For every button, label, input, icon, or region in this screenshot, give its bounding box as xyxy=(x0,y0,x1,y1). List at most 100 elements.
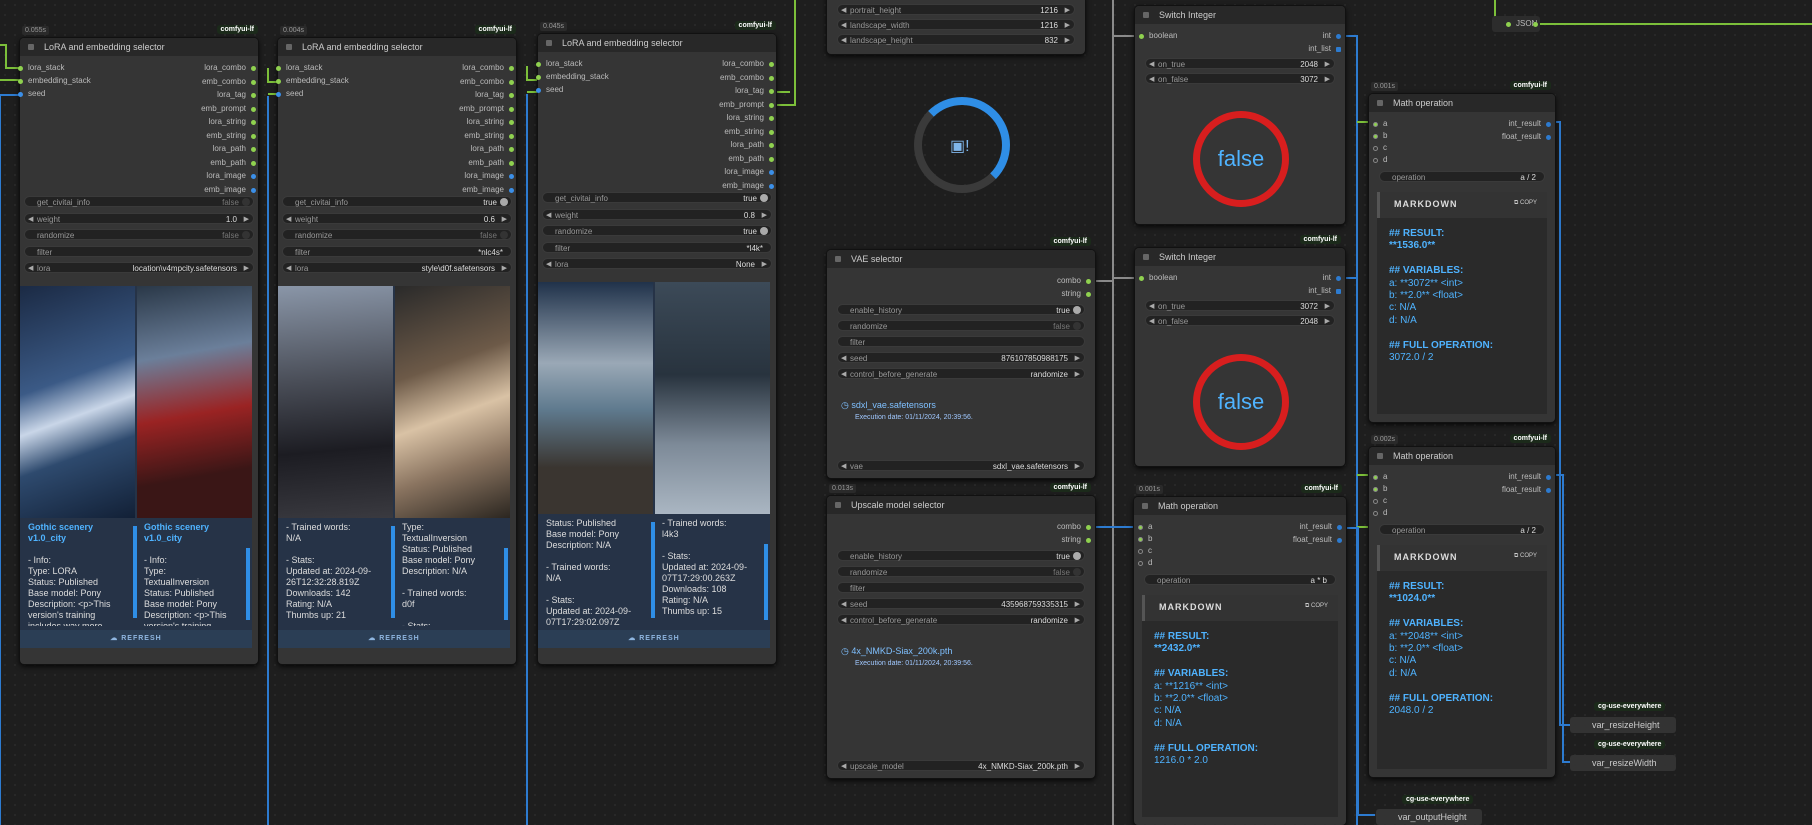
weight-widget[interactable]: ◀ weight 0.6 ▶ xyxy=(282,212,512,224)
output-dot[interactable] xyxy=(509,133,514,139)
use-everywhere-node[interactable]: var_outputHeight xyxy=(1376,809,1482,825)
lora-widget[interactable]: ◀ lora None ▶ xyxy=(542,258,772,269)
randomize-widget[interactable]: randomize false xyxy=(282,229,512,240)
upscale-string-dot[interactable] xyxy=(1086,538,1091,543)
switch-intlist-dot[interactable] xyxy=(1336,289,1341,294)
input-dot[interactable] xyxy=(18,92,23,97)
filter-widget[interactable]: filter xyxy=(837,336,1085,347)
filter-widget[interactable]: filter *nlc4s* xyxy=(282,245,512,257)
input-dot[interactable] xyxy=(1373,134,1378,139)
refresh-button[interactable]: ☁ REFRESH xyxy=(278,630,510,648)
scrollbar[interactable] xyxy=(764,544,768,620)
output-dot[interactable] xyxy=(1546,122,1551,127)
scrollbar[interactable] xyxy=(391,526,395,618)
scrollbar[interactable] xyxy=(504,548,508,620)
output-dot[interactable] xyxy=(769,102,774,108)
input-dot[interactable] xyxy=(18,79,23,84)
control-before-generate-widget[interactable]: ◀ control_before_generate randomize ▶ xyxy=(837,614,1085,625)
operation-field[interactable]: operation a / 2 xyxy=(1379,524,1545,535)
input-dot[interactable] xyxy=(1373,511,1378,516)
output-dot[interactable] xyxy=(769,129,774,135)
lora-widget[interactable]: ◀ lora location\v4mpcity.safetensors ▶ xyxy=(24,262,254,273)
input-dot[interactable] xyxy=(536,62,541,67)
refresh-button[interactable]: ☁ REFRESH xyxy=(538,630,770,648)
switch-boolean-dot[interactable] xyxy=(1139,276,1144,281)
output-dot[interactable] xyxy=(1546,488,1551,493)
output-dot[interactable] xyxy=(769,156,774,162)
on-true-widget[interactable]: ◀ on_true 2048 ▶ xyxy=(1145,58,1335,69)
output-dot[interactable] xyxy=(251,93,256,98)
lora-preview-image[interactable] xyxy=(395,286,510,518)
vae-selector-title[interactable]: VAE selector xyxy=(827,250,1095,268)
randomize-widget[interactable]: randomize true xyxy=(542,225,772,236)
on-false-widget[interactable]: ◀ on_false 3072 ▶ xyxy=(1145,73,1335,84)
math-operation-node[interactable]: Math operation 0.002s comfyui-lf a b c d… xyxy=(1369,434,1555,777)
lora-preview-image[interactable] xyxy=(538,282,653,514)
lora-gallery[interactable]: Status: Published Base model: Pony Descr… xyxy=(538,282,770,648)
get-civitai-info-widget[interactable]: get_civitai_info false xyxy=(24,196,254,207)
filter-widget[interactable]: filter *l4k* xyxy=(542,241,772,253)
lora-preview-image[interactable] xyxy=(20,286,135,518)
switch-integer-node-2[interactable]: Switch Integer comfyui-lf boolean int in… xyxy=(1135,235,1345,466)
lora-gallery[interactable]: - Trained words: N/A - Stats: Updated at… xyxy=(278,286,510,648)
math-operation-node[interactable]: Math operation 0.001s comfyui-lf a b c d… xyxy=(1134,484,1346,825)
vae-select-widget[interactable]: ◀ vae sdxl_vae.safetensors ▶ xyxy=(837,460,1085,471)
json-node[interactable]: JSON xyxy=(1492,16,1540,32)
input-dot[interactable] xyxy=(1373,487,1378,492)
on-true-widget[interactable]: ◀ on_true 3072 ▶ xyxy=(1145,300,1335,311)
output-dot[interactable] xyxy=(251,120,256,125)
output-dot[interactable] xyxy=(1546,135,1551,140)
upscale-combo-dot[interactable] xyxy=(1086,525,1091,530)
upscale-selector-node[interactable]: Upscale model selector 0.013s comfyui-lf… xyxy=(827,483,1095,778)
vae-string-dot[interactable] xyxy=(1086,292,1091,297)
vae-history-item[interactable]: ◷ sdxl_vae.safetensors Execution date: 0… xyxy=(841,400,973,421)
output-dot[interactable] xyxy=(769,62,774,67)
control-before-generate-widget[interactable]: ◀ control_before_generate randomize ▶ xyxy=(837,368,1085,379)
get-civitai-info-widget[interactable]: get_civitai_info true xyxy=(282,196,512,207)
input-dot[interactable] xyxy=(276,92,281,97)
node-title[interactable]: LoRA and embedding selector xyxy=(20,38,258,56)
json-output-dot[interactable] xyxy=(1533,22,1538,27)
input-dot[interactable] xyxy=(1373,122,1378,127)
output-dot[interactable] xyxy=(509,93,514,98)
get-civitai-info-widget[interactable]: get_civitai_info true xyxy=(542,192,772,203)
output-dot[interactable] xyxy=(251,133,256,139)
randomize-widget[interactable]: randomize false xyxy=(837,320,1085,331)
use-everywhere-node[interactable]: var_resizeHeight xyxy=(1570,717,1676,733)
lora-preview-image[interactable] xyxy=(278,286,393,518)
switch-title[interactable]: Switch Integer xyxy=(1135,6,1345,24)
node-title[interactable]: Math operation xyxy=(1369,94,1555,112)
output-dot[interactable] xyxy=(509,120,514,125)
output-dot[interactable] xyxy=(769,89,774,94)
on-false-widget[interactable]: ◀ on_false 2048 ▶ xyxy=(1145,315,1335,326)
operation-field[interactable]: operation a / 2 xyxy=(1379,171,1545,182)
lora-preview-image[interactable] xyxy=(655,282,770,514)
output-dot[interactable] xyxy=(769,75,774,81)
output-dot[interactable] xyxy=(251,160,256,166)
landscape-height-widget[interactable]: ◀ landscape_height 832 ▶ xyxy=(837,34,1075,45)
filter-widget[interactable]: filter xyxy=(837,582,1085,593)
scrollbar[interactable] xyxy=(246,548,250,620)
lora-preview-image[interactable] xyxy=(137,286,252,518)
output-dot[interactable] xyxy=(251,147,256,152)
input-dot[interactable] xyxy=(1373,146,1378,151)
output-dot[interactable] xyxy=(769,143,774,148)
filter-widget[interactable]: filter xyxy=(24,245,254,257)
math-operation-node[interactable]: Math operation 0.001s comfyui-lf a b c d… xyxy=(1369,81,1555,422)
weight-widget[interactable]: ◀ weight 0.8 ▶ xyxy=(542,208,772,220)
randomize-widget[interactable]: randomize false xyxy=(837,566,1085,577)
output-dot[interactable] xyxy=(251,174,256,179)
input-dot[interactable] xyxy=(1138,549,1143,554)
upscale-model-widget[interactable]: ◀ upscale_model 4x_NMKD-Siax_200k.pth ▶ xyxy=(837,760,1085,771)
input-dot[interactable] xyxy=(536,88,541,93)
enable-history-widget[interactable]: enable_history true xyxy=(837,304,1085,315)
output-dot[interactable] xyxy=(769,170,774,175)
output-dot[interactable] xyxy=(509,174,514,179)
output-dot[interactable] xyxy=(509,147,514,152)
vae-combo-dot[interactable] xyxy=(1086,279,1091,284)
upscale-selector-title[interactable]: Upscale model selector xyxy=(827,496,1095,514)
node-title[interactable]: Math operation xyxy=(1369,447,1555,465)
output-dot[interactable] xyxy=(251,79,256,85)
switch-boolean-dot[interactable] xyxy=(1139,34,1144,39)
lora-gallery[interactable]: Gothic scenery v1.0_city - Info: Type: L… xyxy=(20,286,252,648)
